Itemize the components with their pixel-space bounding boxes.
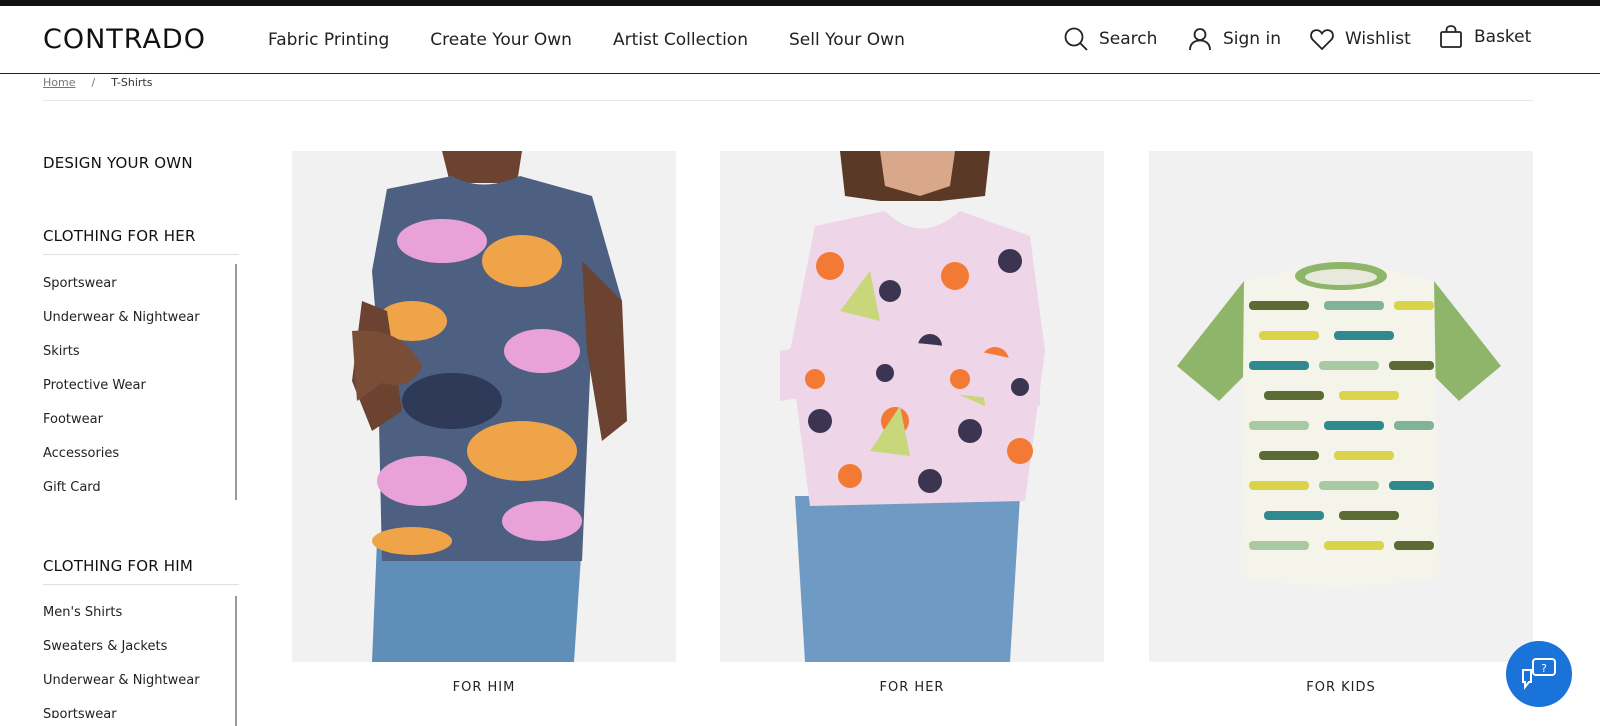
kids-crocodile-tshirt-illustration — [1149, 151, 1533, 662]
sidebar-item-protective-wear[interactable]: Protective Wear — [43, 369, 200, 403]
sidebar-item-underwear-nightwear[interactable]: Underwear & Nightwear — [43, 301, 200, 335]
breadcrumb-home[interactable]: Home — [43, 76, 75, 89]
womens-pattern-tshirt-illustration — [720, 151, 1104, 662]
sidebar-item-mens-shirts[interactable]: Men's Shirts — [43, 596, 200, 630]
breadcrumb: Home / T-Shirts — [43, 76, 152, 89]
svg-text:?: ? — [1541, 662, 1547, 675]
sidebar-item-skirts[interactable]: Skirts — [43, 335, 200, 369]
sidebar-item-sportswear[interactable]: Sportswear — [43, 267, 200, 301]
her-category-list: Sportswear Underwear & Nightwear Skirts … — [43, 267, 200, 505]
product-card-for-her[interactable]: FOR HER — [720, 151, 1104, 695]
product-label-for-her: FOR HER — [879, 680, 945, 695]
product-image-for-him[interactable] — [292, 151, 676, 662]
sidebar-item-underwear-nightwear-him[interactable]: Underwear & Nightwear — [43, 664, 200, 698]
him-category-list: Men's Shirts Sweaters & Jackets Underwea… — [43, 596, 200, 718]
breadcrumb-separator: / — [91, 76, 96, 89]
sidebar-heading-clothing-for-him[interactable]: CLOTHING FOR HIM — [43, 557, 193, 575]
signin-button[interactable]: Sign in — [1187, 26, 1281, 52]
heart-icon — [1310, 29, 1334, 51]
contrado-logo[interactable]: CONTRADO — [43, 24, 206, 55]
basket-label: Basket — [1474, 27, 1532, 47]
site-header: CONTRADO Fabric Printing Create Your Own… — [0, 6, 1600, 74]
product-card-for-kids[interactable]: FOR KIDS — [1149, 151, 1533, 695]
wishlist-label: Wishlist — [1345, 29, 1411, 49]
sidebar-item-sweaters-jackets[interactable]: Sweaters & Jackets — [43, 630, 200, 664]
search-button[interactable]: Search — [1063, 26, 1157, 52]
bag-icon — [1440, 25, 1462, 48]
nav-artist-collection[interactable]: Artist Collection — [613, 30, 748, 50]
basket-button[interactable]: Basket — [1438, 24, 1531, 50]
sidebar-heading-design-your-own[interactable]: DESIGN YOUR OWN — [43, 154, 193, 172]
her-list-scroll-thumb[interactable] — [235, 264, 237, 500]
sidebar-heading-clothing-for-her[interactable]: CLOTHING FOR HER — [43, 227, 196, 245]
nav-sell-your-own[interactable]: Sell Your Own — [789, 30, 905, 50]
sidebar-item-accessories[interactable]: Accessories — [43, 437, 200, 471]
chat-help-icon: ? — [1522, 658, 1556, 690]
him-list-scrollbar[interactable] — [235, 596, 237, 726]
main-nav: Fabric Printing Create Your Own Artist C… — [268, 30, 946, 50]
product-image-for-her[interactable] — [720, 151, 1104, 662]
breadcrumb-divider — [43, 100, 1533, 101]
him-list-scroll-thumb[interactable] — [235, 596, 237, 726]
chat-help-button[interactable]: ? — [1506, 641, 1572, 707]
nav-create-your-own[interactable]: Create Your Own — [430, 30, 572, 50]
product-image-for-kids[interactable] — [1149, 151, 1533, 662]
sidebar-item-gift-card[interactable]: Gift Card — [43, 471, 200, 505]
wishlist-button[interactable]: Wishlist — [1309, 26, 1411, 52]
sidebar-item-sportswear-him[interactable]: Sportswear — [43, 698, 200, 718]
product-label-for-kids: FOR KIDS — [1306, 680, 1376, 695]
product-card-for-him[interactable]: FOR HIM — [292, 151, 676, 695]
sidebar-item-footwear[interactable]: Footwear — [43, 403, 200, 437]
search-icon — [1064, 27, 1088, 51]
mens-camo-tshirt-illustration — [292, 151, 676, 662]
her-list-scrollbar[interactable] — [235, 264, 237, 500]
sidebar-divider — [43, 584, 239, 585]
breadcrumb-current: T-Shirts — [111, 76, 153, 89]
signin-label: Sign in — [1223, 29, 1281, 49]
sidebar-divider — [43, 254, 239, 255]
search-label: Search — [1099, 29, 1158, 49]
nav-fabric-printing[interactable]: Fabric Printing — [268, 30, 389, 50]
product-label-for-him: FOR HIM — [452, 680, 516, 695]
user-icon — [1189, 28, 1211, 51]
